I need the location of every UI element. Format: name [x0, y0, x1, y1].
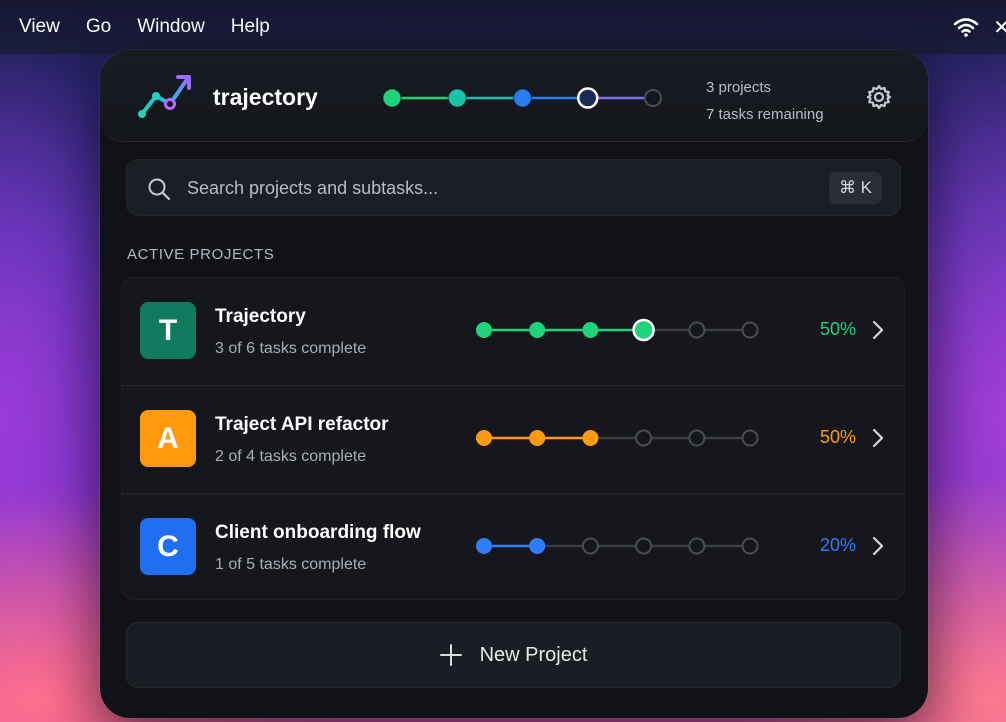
progress-step-done [529, 538, 546, 554]
progress-step-pending [688, 429, 706, 447]
progress-step-current [632, 318, 655, 342]
plus-icon [439, 644, 462, 666]
new-project-button[interactable]: New Project [126, 622, 901, 688]
progress-step-done [582, 322, 599, 338]
project-subtitle: 1 of 5 tasks complete [215, 556, 367, 573]
header-stats: 3 projects 7 tasks remaining [706, 74, 824, 128]
project-row[interactable]: T Trajectory 3 of 6 tasks complete 50% [122, 278, 904, 386]
project-percent: 50% [819, 427, 856, 447]
project-progress-track [476, 537, 759, 555]
search-input[interactable] [187, 160, 807, 217]
progress-step-done [476, 430, 492, 446]
progress-step-pending [635, 429, 653, 447]
progress-step-done [529, 430, 546, 446]
menu-view[interactable]: View [19, 16, 60, 38]
project-list: T Trajectory 3 of 6 tasks complete 50% A… [121, 277, 905, 600]
progress-step-pending [581, 537, 599, 555]
search-bar: ⌘ K [126, 159, 901, 217]
progress-step-pending [688, 321, 706, 339]
progress-step-done [512, 88, 533, 108]
project-progress-track [476, 318, 759, 342]
project-progress-track [476, 429, 759, 447]
section-label-active-projects: ACTIVE PROJECTS [127, 246, 275, 263]
menu-bar-status: ✕ [953, 0, 1006, 54]
search-shortcut-badge: ⌘ K [828, 172, 882, 204]
project-percent: 50% [819, 319, 856, 339]
project-row[interactable]: A Traject API refactor 2 of 4 tasks comp… [122, 386, 904, 494]
projects-count: 3 projects [706, 79, 772, 96]
progress-step-current [577, 87, 599, 109]
chevron-right-icon[interactable] [872, 536, 884, 556]
header-progress-track [382, 87, 662, 109]
trajectory-logo-icon [138, 75, 191, 118]
app-title: trajectory [213, 84, 318, 110]
progress-step-pending [635, 537, 653, 555]
progress-step-done [382, 88, 402, 108]
chevron-right-icon[interactable] [872, 428, 884, 448]
progress-step-pending [741, 537, 759, 555]
wifi-icon[interactable] [953, 16, 979, 38]
project-percent: 20% [819, 535, 856, 555]
progress-step-pending [741, 321, 759, 339]
tasks-remaining: 7 tasks remaining [706, 106, 824, 123]
project-subtitle: 3 of 6 tasks complete [215, 340, 367, 357]
panel-header: trajectory 3 projects 7 tasks remaining [100, 50, 928, 142]
project-row[interactable]: C Client onboarding flow 1 of 5 tasks co… [122, 494, 904, 599]
menu-help[interactable]: Help [231, 16, 270, 38]
progress-step-done [476, 538, 492, 554]
trajectory-panel: trajectory 3 projects 7 tasks remaining … [100, 50, 928, 718]
new-project-label: New Project [479, 643, 588, 666]
gear-icon[interactable] [866, 84, 892, 110]
menu-window[interactable]: Window [137, 16, 205, 38]
progress-step-pending [741, 429, 759, 447]
project-avatar: C [140, 518, 196, 575]
menu-go[interactable]: Go [86, 16, 111, 38]
project-name: Trajectory [215, 306, 306, 327]
project-subtitle: 2 of 4 tasks complete [215, 448, 367, 465]
project-name: Client onboarding flow [215, 522, 421, 543]
search-icon [148, 178, 171, 201]
menu-bar: View Go Window Help ✕ [0, 0, 1006, 54]
progress-step-done [582, 430, 599, 446]
progress-step-done [529, 322, 546, 338]
project-name: Traject API refactor [215, 414, 389, 435]
progress-step-done [476, 322, 492, 338]
progress-step-done [447, 88, 467, 108]
project-avatar: T [140, 302, 196, 359]
close-icon[interactable]: ✕ [993, 15, 1006, 40]
progress-step-pending [688, 537, 706, 555]
project-avatar: A [140, 410, 196, 467]
chevron-right-icon[interactable] [872, 320, 884, 340]
progress-step-pending [644, 89, 662, 107]
